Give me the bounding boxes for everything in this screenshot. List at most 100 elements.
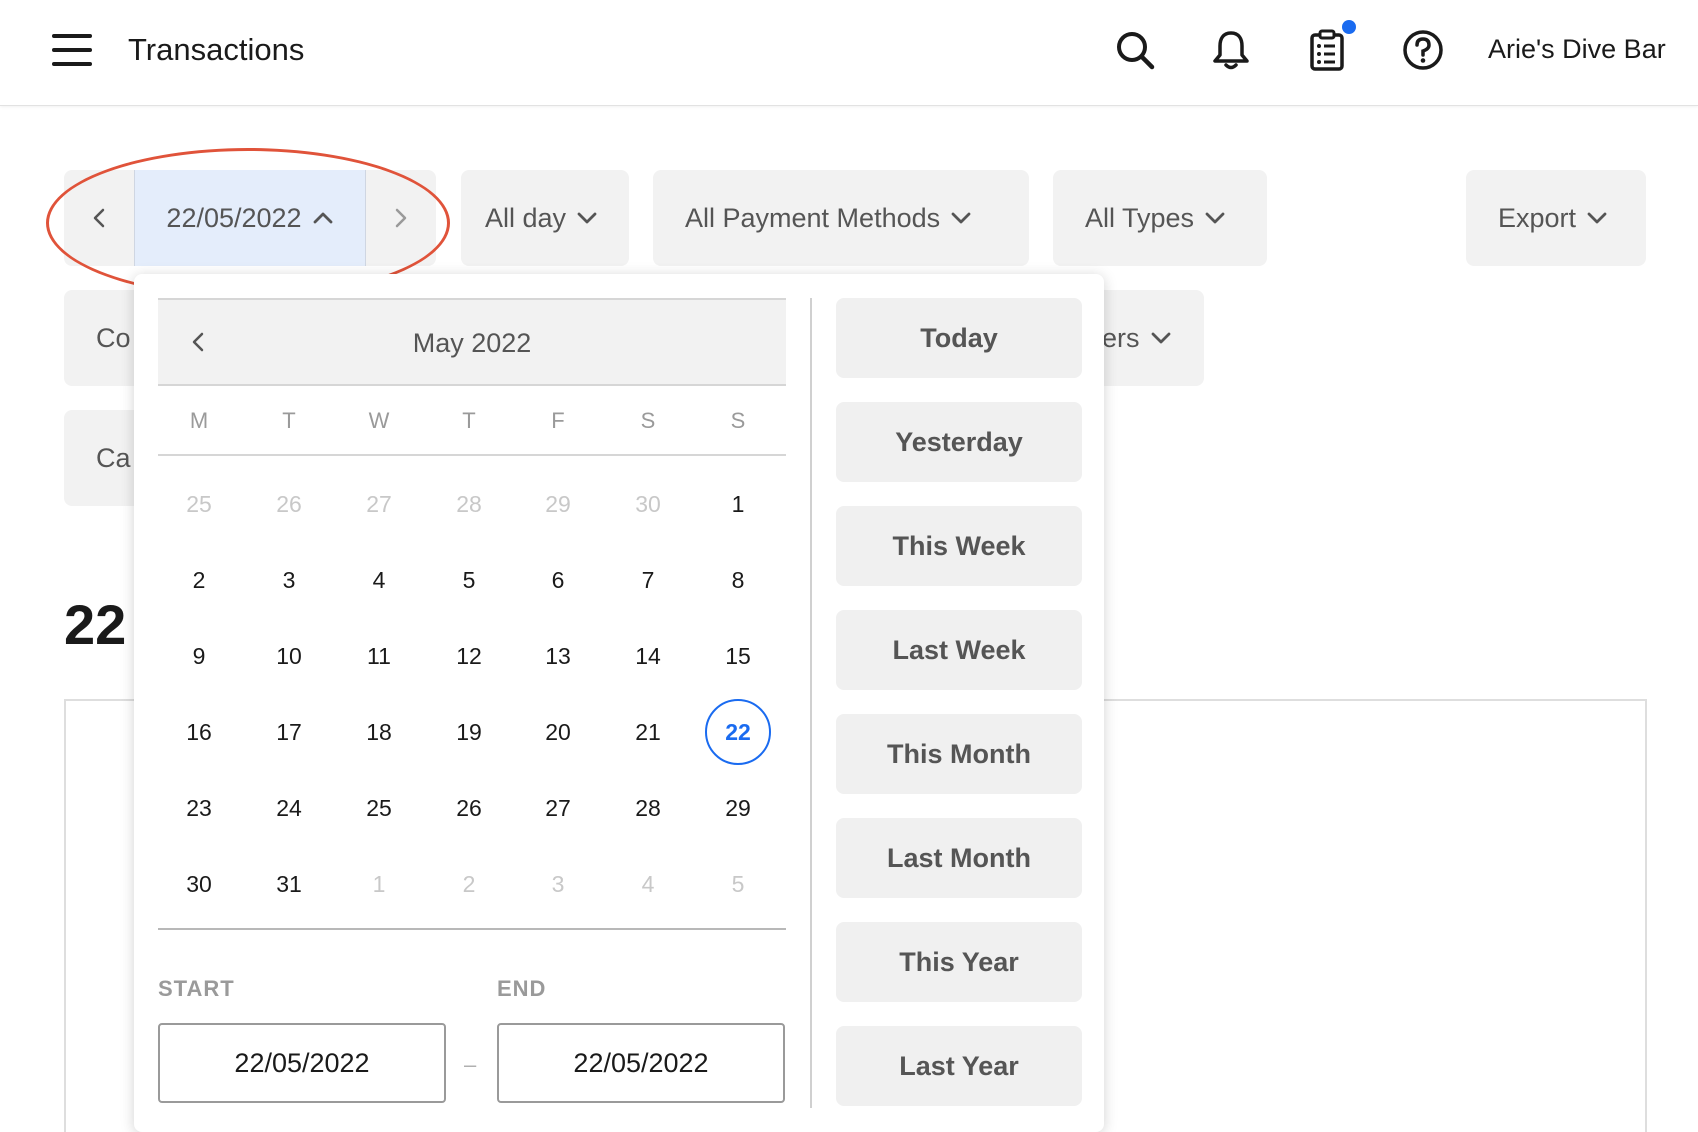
chevron-down-icon (1205, 212, 1225, 224)
time-filter-label: All day (485, 202, 567, 233)
calendar-day[interactable]: 14 (615, 623, 681, 689)
calendar-day[interactable]: 5 (436, 547, 502, 613)
calendar-day[interactable]: 29 (705, 775, 771, 841)
clipboard-list-icon[interactable] (1305, 28, 1349, 72)
range-separator: – (464, 1052, 477, 1077)
types-dropdown[interactable]: All Types (1053, 170, 1267, 266)
filter-chip-row3-left-label: Ca (96, 442, 131, 473)
help-circle-icon[interactable] (1401, 28, 1445, 72)
preset-this-week-button[interactable]: This Week (836, 506, 1082, 586)
calendar-day-outside-month[interactable]: 5 (705, 851, 771, 917)
calendar-day-outside-month[interactable]: 4 (615, 851, 681, 917)
calendar-day[interactable]: 6 (525, 547, 591, 613)
calendar-day[interactable]: 17 (256, 699, 322, 765)
date-picker-popover: May 2022 MTWTFSS 25 26 27 28 29 30 1 2 3 4 5 6 7 8 9 10… (134, 274, 1104, 1132)
hamburger-menu-icon[interactable] (50, 32, 94, 68)
summary-total: 22 (64, 593, 127, 656)
previous-date-button[interactable] (64, 170, 134, 266)
calendar-day-outside-month[interactable]: 28 (436, 471, 502, 537)
calendar-divider (158, 928, 786, 930)
calendar-day[interactable]: 11 (346, 623, 412, 689)
calendar-day[interactable]: 20 (525, 699, 591, 765)
chevron-down-icon (951, 212, 971, 224)
calendar-day[interactable]: 1 (705, 471, 771, 537)
account-name[interactable]: Arie's Dive Bar (1488, 34, 1666, 65)
preset-last-month-button[interactable]: Last Month (836, 818, 1082, 898)
time-filter-dropdown[interactable]: All day (461, 170, 629, 266)
preset-today-button[interactable]: Today (836, 298, 1082, 378)
preset-last-week-button[interactable]: Last Week (836, 610, 1082, 690)
calendar-day[interactable]: 24 (256, 775, 322, 841)
payment-methods-dropdown[interactable]: All Payment Methods (653, 170, 1029, 266)
chevron-up-icon (313, 212, 332, 224)
chevron-down-icon (577, 212, 597, 224)
calendar-month-title: May 2022 (412, 328, 532, 358)
calendar-day[interactable]: 7 (615, 547, 681, 613)
calendar-day[interactable]: 19 (436, 699, 502, 765)
calendar-day[interactable]: 18 (346, 699, 412, 765)
search-icon[interactable] (1113, 28, 1157, 72)
weekday-label: M (189, 408, 209, 433)
calendar-day[interactable]: 9 (166, 623, 232, 689)
date-picker-toggle[interactable]: 22/05/2022 (134, 170, 366, 266)
calendar-day-outside-month[interactable]: 1 (346, 851, 412, 917)
next-date-button[interactable] (366, 170, 436, 266)
preset-yesterday-button[interactable]: Yesterday (836, 402, 1082, 482)
payment-methods-label: All Payment Methods (685, 202, 941, 233)
export-dropdown[interactable]: Export (1466, 170, 1646, 266)
chevron-down-icon (1151, 332, 1170, 344)
calendar-day[interactable]: 12 (436, 623, 502, 689)
calendar-day-outside-month[interactable]: 3 (525, 851, 591, 917)
page-title: Transactions (128, 32, 305, 67)
calendar-day[interactable]: 26 (436, 775, 502, 841)
chevron-left-icon (93, 208, 105, 228)
weekday-label: F (551, 408, 565, 433)
bell-icon[interactable] (1209, 28, 1253, 72)
calendar-day-outside-month[interactable]: 2 (436, 851, 502, 917)
calendar-day[interactable]: 15 (705, 623, 771, 689)
calendar-day-selected[interactable]: 22 (705, 699, 771, 765)
chevron-right-icon (395, 208, 407, 228)
calendar-day[interactable]: 30 (166, 851, 232, 917)
weekday-label: S (640, 408, 656, 433)
chevron-down-icon (1587, 212, 1607, 224)
calendar-day[interactable]: 4 (346, 547, 412, 613)
selected-date-label: 22/05/2022 (166, 202, 302, 233)
filter-chip-row2-right-label: ers (1102, 322, 1140, 353)
preset-this-month-button[interactable]: This Month (836, 714, 1082, 794)
start-date-input[interactable] (158, 1023, 446, 1103)
calendar-day[interactable]: 16 (166, 699, 232, 765)
calendar-day[interactable]: 23 (166, 775, 232, 841)
notification-dot (1342, 20, 1356, 34)
calendar-day[interactable]: 2 (166, 547, 232, 613)
calendar-day-outside-month[interactable]: 30 (615, 471, 681, 537)
export-label: Export (1498, 202, 1577, 233)
calendar-day[interactable]: 8 (705, 547, 771, 613)
calendar-day-outside-month[interactable]: 26 (256, 471, 322, 537)
calendar-day[interactable]: 31 (256, 851, 322, 917)
calendar-header: May 2022 (158, 298, 786, 386)
end-date-input[interactable] (497, 1023, 785, 1103)
date-navigator: 22/05/2022 (64, 170, 436, 266)
calendar-day-outside-month[interactable]: 29 (525, 471, 591, 537)
start-label: START (158, 976, 235, 1001)
preset-last-year-button[interactable]: Last Year (836, 1026, 1082, 1106)
calendar-day[interactable]: 10 (256, 623, 322, 689)
calendar-day-outside-month[interactable]: 27 (346, 471, 412, 537)
calendar-day[interactable]: 21 (615, 699, 681, 765)
filter-chip-row2-left-label: Co (96, 322, 131, 353)
weekday-header-row: MTWTFSS (158, 404, 786, 456)
calendar-day[interactable]: 28 (615, 775, 681, 841)
weekday-label: S (730, 408, 746, 433)
end-label: END (497, 976, 547, 1001)
calendar-day-outside-month[interactable]: 25 (166, 471, 232, 537)
weekday-label: W (368, 408, 390, 433)
weekday-label: T (462, 408, 476, 433)
types-label: All Types (1085, 202, 1195, 233)
calendar-day[interactable]: 13 (525, 623, 591, 689)
preset-this-year-button[interactable]: This Year (836, 922, 1082, 1002)
calendar-day[interactable]: 27 (525, 775, 591, 841)
calendar-day[interactable]: 25 (346, 775, 412, 841)
calendar-day[interactable]: 3 (256, 547, 322, 613)
weekday-label: T (282, 408, 296, 433)
